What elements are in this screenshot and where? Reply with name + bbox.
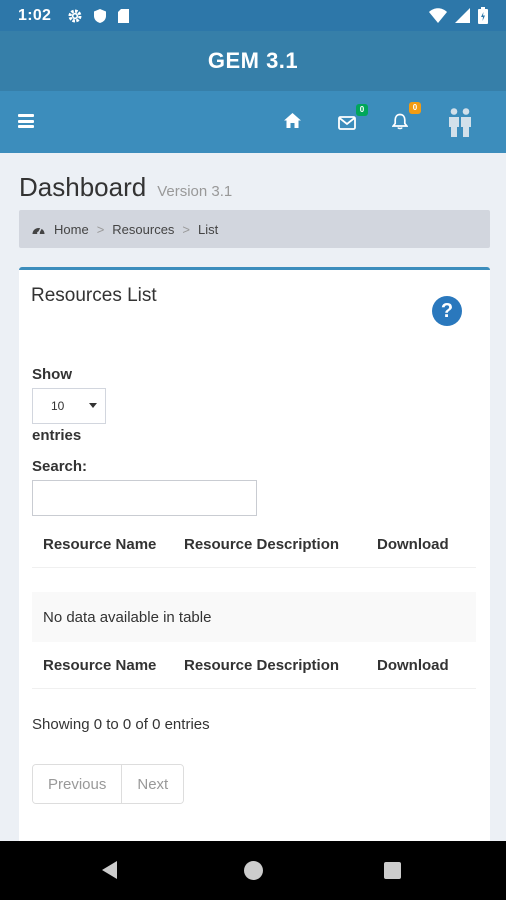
entries-label: entries [32,427,82,444]
app-header: GEM 3.1 [0,31,506,91]
breadcrumb-home[interactable]: Home [54,222,89,237]
status-icons-right [429,7,488,24]
breadcrumb-separator: > [96,221,105,237]
show-label: Show [32,366,72,383]
home-circle-icon[interactable] [244,861,263,880]
recent-apps-icon[interactable] [384,862,401,879]
status-time: 1:02 [18,6,52,24]
status-icons-left [67,8,130,24]
chevron-down-icon [89,403,97,408]
menu-toggle-icon[interactable] [18,114,34,128]
breadcrumb-list: List [198,221,219,237]
resources-box: Resources List ? Show 10 entries Search:… [19,267,490,857]
column-header-resource-name[interactable]: Resource Name [43,536,156,553]
battery-icon [478,7,488,24]
back-icon[interactable] [102,861,117,879]
shield-icon [93,8,107,24]
breadcrumb-resources[interactable]: Resources [112,222,174,237]
sim-card-icon [117,8,130,24]
app-title: GEM 3.1 [207,48,299,73]
mail-badge: 0 [356,104,368,116]
breadcrumb: Home > Resources > List [19,210,490,248]
pagination: Previous Next [32,764,185,804]
column-footer-download: Download [377,657,449,674]
page-subtitle: Version 3.1 [157,183,233,200]
home-icon[interactable] [284,113,301,132]
content-header: Dashboard Version 3.1 [19,172,232,203]
system-nav-bar [0,841,506,900]
column-header-resource-description[interactable]: Resource Description [184,536,339,553]
signal-icon [455,8,470,23]
mail-icon[interactable]: 0 [338,104,368,134]
next-button[interactable]: Next [121,765,184,803]
column-footer-resource-name: Resource Name [43,657,157,674]
table-header: Resource Name Resource Description Downl… [32,522,476,568]
column-footer-resource-description: Resource Description [184,657,340,674]
notification-badge: 0 [409,102,421,114]
users-icon[interactable] [446,107,474,141]
breadcrumb-separator: > [182,221,191,237]
page-title: Dashboard [19,172,147,202]
previous-button[interactable]: Previous [33,765,122,803]
empty-table-message: No data available in table [32,592,476,642]
entries-length-select[interactable]: 10 [32,388,106,424]
search-label: Search: [32,458,88,475]
gear-icon [67,8,83,24]
top-navbar: 0 0 [0,91,506,153]
table-footer: Resource Name Resource Description Downl… [32,643,476,689]
table-info: Showing 0 to 0 of 0 entries [32,716,210,733]
box-title: Resources List [31,285,157,306]
help-icon[interactable]: ? [432,296,462,326]
wifi-icon [429,8,447,23]
status-bar: 1:02 [0,0,506,31]
search-input[interactable] [32,480,257,516]
dashboard-icon [31,223,46,235]
bell-icon[interactable]: 0 [391,102,421,134]
entries-length-value: 10 [51,399,65,413]
column-header-download[interactable]: Download [377,536,449,553]
